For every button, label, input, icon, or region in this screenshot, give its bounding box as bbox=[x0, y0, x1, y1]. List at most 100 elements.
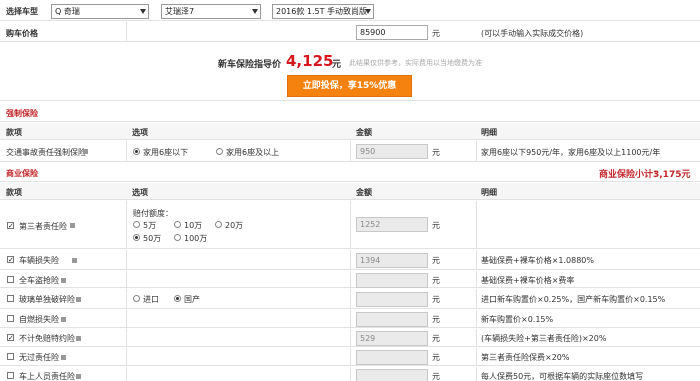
row-unit: 元 bbox=[432, 372, 440, 381]
mandatory-amount: 950 bbox=[356, 144, 428, 159]
mandatory-item-name: 交通事故责任强制保险 bbox=[6, 148, 86, 157]
price-input[interactable]: 85900 bbox=[356, 25, 428, 40]
glass-import-radio[interactable] bbox=[133, 295, 140, 302]
row-name: 无过责任险 bbox=[19, 353, 59, 362]
limit-50w-label: 50万 bbox=[143, 234, 162, 243]
row-checkbox[interactable]: ✓ bbox=[7, 334, 14, 342]
row-unit: 元 bbox=[432, 256, 440, 265]
row-amount: 529 bbox=[356, 331, 428, 346]
row-checkbox[interactable] bbox=[7, 353, 14, 360]
price-row: 购车价格 85900 元 (可以手动输入实际成交价格) bbox=[0, 22, 700, 42]
row-name: 车辆损失险 bbox=[19, 256, 59, 265]
col-item: 款项 bbox=[6, 188, 22, 197]
seat-under6-radio[interactable] bbox=[133, 148, 140, 155]
commercial-row: 玻璃单独破碎险 元 进口新车购置价×0.25%，国产新车购置价×0.15% 进口 国产 bbox=[0, 289, 700, 309]
col-detail: 明细 bbox=[481, 128, 497, 137]
row-detail: 基础保费+裸车价格×费率 bbox=[481, 276, 575, 285]
limit-10w-label: 10万 bbox=[184, 221, 203, 230]
third-party-unit: 元 bbox=[432, 221, 440, 230]
help-icon[interactable] bbox=[70, 223, 75, 228]
mandatory-unit: 元 bbox=[432, 148, 440, 157]
row-amount bbox=[356, 369, 428, 381]
limit-5w-radio[interactable] bbox=[133, 221, 140, 228]
chevron-down-icon bbox=[140, 9, 146, 14]
commercial-row: ✓ 不计免赔特约险 529 元 (车辆损失险+第三者责任险)×20% bbox=[0, 329, 700, 347]
commercial-section-title: 商业保险 商业保险小计： 3,175元 bbox=[0, 163, 700, 182]
limit-label: 赔付额度： bbox=[133, 209, 173, 218]
mandatory-section-title: 强制保险 bbox=[0, 102, 700, 122]
third-party-checkbox[interactable]: ✓ bbox=[7, 222, 14, 230]
guide-price-unit: 元 bbox=[332, 60, 342, 70]
commercial-row: ✓ 车辆损失险 1394 元 基础保费+裸车价格×1.0880% bbox=[0, 250, 700, 270]
help-icon[interactable] bbox=[61, 355, 66, 360]
commercial-row: 无过责任险 元 第三者责任险保费×20% bbox=[0, 348, 700, 366]
col-option: 选项 bbox=[132, 188, 148, 197]
model-select[interactable]: 2016款 1.5T 手动致尚版 bbox=[272, 4, 374, 19]
help-icon[interactable] bbox=[72, 258, 77, 263]
limit-10w-radio[interactable] bbox=[174, 221, 181, 228]
row-name: 车上人员责任险 bbox=[19, 372, 75, 381]
row-unit: 元 bbox=[432, 353, 440, 362]
seat-6plus-radio[interactable] bbox=[216, 148, 223, 155]
chevron-down-icon bbox=[365, 9, 371, 14]
row-detail: 每人保费50元，可根据车辆的实际座位数填写 bbox=[481, 372, 644, 381]
commercial-row: 自燃损失险 元 新车购置价×0.15% bbox=[0, 310, 700, 328]
col-detail: 明细 bbox=[481, 188, 497, 197]
brand-select[interactable]: Q 奇瑞 bbox=[51, 4, 149, 19]
limit-20w-radio[interactable] bbox=[215, 221, 222, 228]
limit-5w-label: 5万 bbox=[143, 221, 157, 230]
row-checkbox[interactable] bbox=[7, 372, 14, 379]
third-party-amount: 1252 bbox=[356, 217, 428, 232]
commercial-row: 车上人员责任险 元 每人保费50元，可根据车辆的实际座位数填写 bbox=[0, 367, 700, 381]
row-detail: 基础保费+裸车价格×1.0880% bbox=[481, 256, 594, 265]
glass-domestic-label: 国产 bbox=[184, 295, 200, 304]
limit-50w-radio[interactable] bbox=[133, 234, 140, 241]
help-icon[interactable] bbox=[83, 149, 88, 154]
row-checkbox[interactable] bbox=[7, 295, 14, 302]
mandatory-table-header: 款项 选项 金额 明细 bbox=[0, 123, 700, 140]
col-amount: 金额 bbox=[356, 128, 372, 137]
row-unit: 元 bbox=[432, 315, 440, 324]
row-name: 不计免赔特约险 bbox=[19, 334, 75, 343]
glass-import-label: 进口 bbox=[143, 295, 159, 304]
row-unit: 元 bbox=[432, 276, 440, 285]
commercial-row: 全车盗抢险 元 基础保费+裸车价格×费率 bbox=[0, 271, 700, 288]
guide-price-block: 新车保险指导价 4,125 元 此结果仅供参考，实际费用以当地缴费为准 立即投保… bbox=[0, 43, 700, 101]
row-detail: 新车购置价×0.15% bbox=[481, 315, 554, 324]
limit-100w-radio[interactable] bbox=[174, 234, 181, 241]
guide-price-note: 此结果仅供参考，实际费用以当地缴费为准 bbox=[349, 59, 482, 67]
model-select-label: 选择车型 bbox=[6, 7, 38, 16]
row-checkbox[interactable]: ✓ bbox=[7, 256, 14, 264]
row-amount bbox=[356, 292, 428, 307]
buy-insurance-button[interactable]: 立即投保，享15%优惠 bbox=[287, 75, 412, 97]
guide-price-label: 新车保险指导价 bbox=[218, 60, 282, 70]
row-amount bbox=[356, 273, 428, 288]
commercial-subtotal-value: 3,175元 bbox=[653, 170, 691, 180]
model-select-row: 选择车型 Q 奇瑞 艾瑞泽7 2016款 1.5T 手动致尚版 bbox=[0, 0, 700, 21]
row-unit: 元 bbox=[432, 295, 440, 304]
price-hint: (可以手动输入实际成交价格) bbox=[481, 29, 584, 38]
row-unit: 元 bbox=[432, 334, 440, 343]
help-icon[interactable] bbox=[76, 336, 81, 341]
price-unit: 元 bbox=[432, 29, 440, 38]
row-name: 自燃损失险 bbox=[19, 315, 59, 324]
price-label: 购车价格 bbox=[6, 29, 38, 38]
row-amount bbox=[356, 312, 428, 327]
help-icon[interactable] bbox=[76, 297, 81, 302]
row-detail: 进口新车购置价×0.25%，国产新车购置价×0.15% bbox=[481, 295, 666, 304]
glass-domestic-radio[interactable] bbox=[174, 295, 181, 302]
third-party-row: ✓ 第三者责任险 赔付额度： 5万 10万 20万 50万 100万 1252 … bbox=[0, 201, 700, 249]
col-amount: 金额 bbox=[356, 188, 372, 197]
row-checkbox[interactable] bbox=[7, 315, 14, 322]
col-option: 选项 bbox=[132, 128, 148, 137]
row-name: 玻璃单独破碎险 bbox=[19, 295, 75, 304]
row-checkbox[interactable] bbox=[7, 276, 14, 283]
row-detail: (车辆损失险+第三者责任险)×20% bbox=[481, 334, 607, 343]
row-name: 全车盗抢险 bbox=[19, 276, 59, 285]
help-icon[interactable] bbox=[61, 278, 66, 283]
mandatory-detail: 家用6座以下950元/年，家用6座及以上1100元/年 bbox=[481, 148, 661, 157]
help-icon[interactable] bbox=[76, 374, 81, 379]
help-icon[interactable] bbox=[61, 317, 66, 322]
series-select[interactable]: 艾瑞泽7 bbox=[161, 4, 261, 19]
row-amount bbox=[356, 350, 428, 365]
